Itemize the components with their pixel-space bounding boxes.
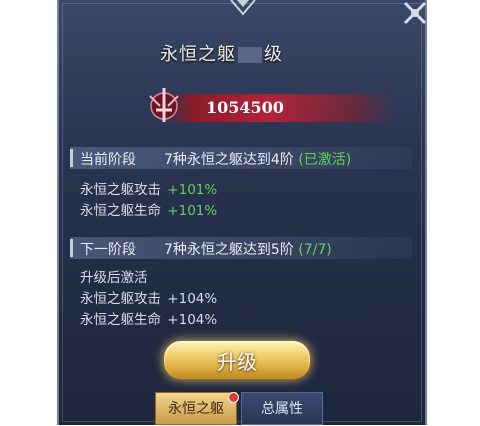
current-stage-status: (已激活): [298, 152, 352, 168]
stat-name: 永恒之躯生命: [80, 203, 161, 219]
next-stage-header: 下一阶段 7种永恒之躯达到5阶 (7/7): [70, 237, 412, 259]
current-stage-condition: 7种永恒之躯达到4阶: [164, 152, 294, 168]
alert-dot-icon: [228, 392, 239, 403]
current-stage-label: 当前阶段: [80, 152, 136, 168]
title-right: 级: [264, 44, 283, 65]
stat-value: +104%: [167, 312, 218, 328]
tab-total-attributes[interactable]: 总属性: [241, 392, 323, 425]
next-stage-desc: 7种永恒之躯达到5阶 (7/7): [164, 239, 332, 259]
current-stage-header: 当前阶段 7种永恒之躯达到4阶 (已激活): [70, 147, 412, 169]
sword-emblem-icon: [149, 88, 179, 122]
stat-name: 永恒之躯生命: [80, 312, 161, 328]
current-stage-desc: 7种永恒之躯达到4阶 (已激活): [164, 149, 351, 169]
top-ornament-icon: [230, 0, 256, 16]
power-value: 1054500: [206, 98, 284, 117]
tab-eternal-body[interactable]: 永恒之躯: [155, 392, 237, 425]
stat-value: +104%: [167, 291, 218, 307]
stat-value: +101%: [167, 182, 218, 198]
next-stage-progress: (7/7): [298, 242, 332, 258]
stat-name: 永恒之躯攻击: [80, 182, 161, 198]
upgrade-button-label: 升级: [217, 350, 257, 374]
section-accent-bar: [70, 149, 73, 167]
section-accent-bar: [70, 239, 73, 257]
next-stage-label: 下一阶段: [80, 242, 136, 258]
stat-name: 永恒之躯攻击: [80, 291, 161, 307]
next-stage-condition: 7种永恒之躯达到5阶: [164, 242, 294, 258]
current-stat-row: 永恒之躯生命 +101%: [80, 199, 217, 219]
dialog-title: 永恒之躯 级: [160, 40, 330, 66]
upgrade-button[interactable]: 升级: [163, 340, 311, 380]
title-redaction: [238, 47, 262, 63]
title-left: 永恒之躯: [160, 44, 236, 65]
next-stat-row: 永恒之躯攻击 +104%: [80, 287, 217, 307]
current-stat-row: 永恒之躯攻击 +101%: [80, 178, 217, 198]
stat-value: +101%: [167, 203, 218, 219]
next-stat-row: 永恒之躯生命 +104%: [80, 308, 217, 328]
next-stage-note: 升级后激活: [80, 270, 148, 286]
close-x-icon[interactable]: [402, 0, 428, 26]
